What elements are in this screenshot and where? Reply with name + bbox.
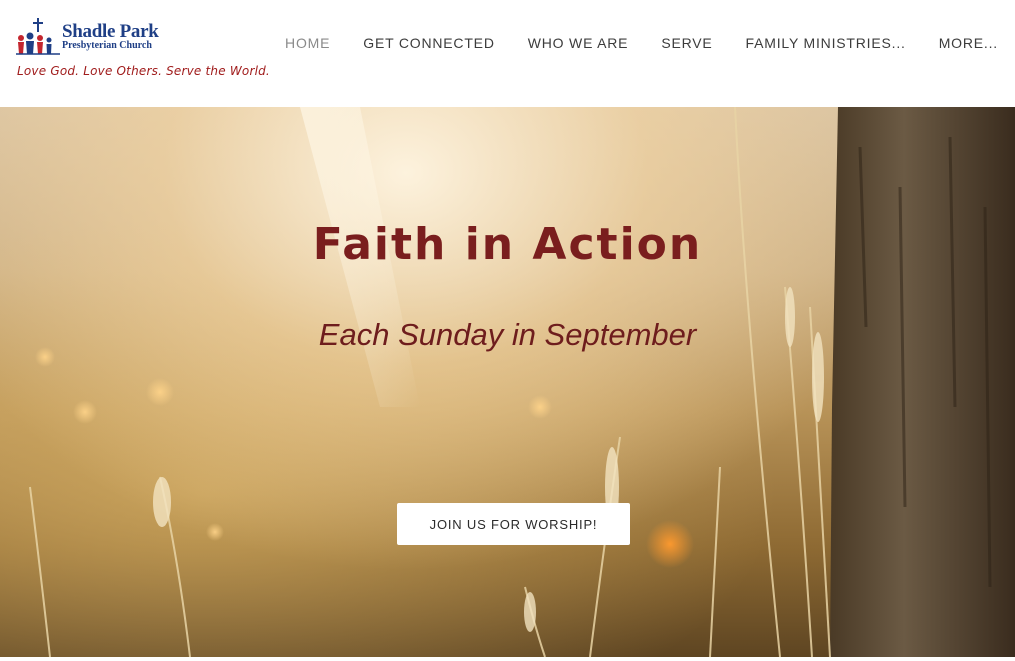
join-worship-button[interactable]: JOIN US FOR WORSHIP! — [397, 503, 630, 545]
church-tagline: Love God. Love Others. Serve the World. — [17, 64, 270, 78]
hero-subtitle: Each Sunday in September — [318, 317, 697, 352]
church-logo[interactable]: Shadle Park Presbyterian Church Love God… — [16, 16, 296, 86]
hero-title: Faith in Action — [312, 219, 703, 270]
hero-background-image — [29, 107, 1015, 657]
nav-home[interactable]: HOME — [285, 35, 330, 51]
main-nav: HOME GET CONNECTED WHO WE ARE SERVE FAMI… — [252, 35, 998, 51]
nav-get-connected[interactable]: GET CONNECTED — [363, 35, 495, 51]
church-logo-icon — [16, 18, 60, 55]
hero-banner: Faith in Action Each Sunday in September… — [0, 107, 1015, 657]
nav-serve[interactable]: SERVE — [661, 35, 712, 51]
nav-more[interactable]: MORE... — [939, 35, 998, 51]
church-subname: Presbyterian Church — [62, 40, 152, 51]
church-name: Shadle Park — [62, 21, 159, 42]
nav-family-ministries[interactable]: FAMILY MINISTRIES... — [746, 35, 906, 51]
site-header: Shadle Park Presbyterian Church Love God… — [0, 0, 1015, 107]
hero-bottom-divider — [0, 657, 1015, 661]
nav-who-we-are[interactable]: WHO WE ARE — [528, 35, 629, 51]
